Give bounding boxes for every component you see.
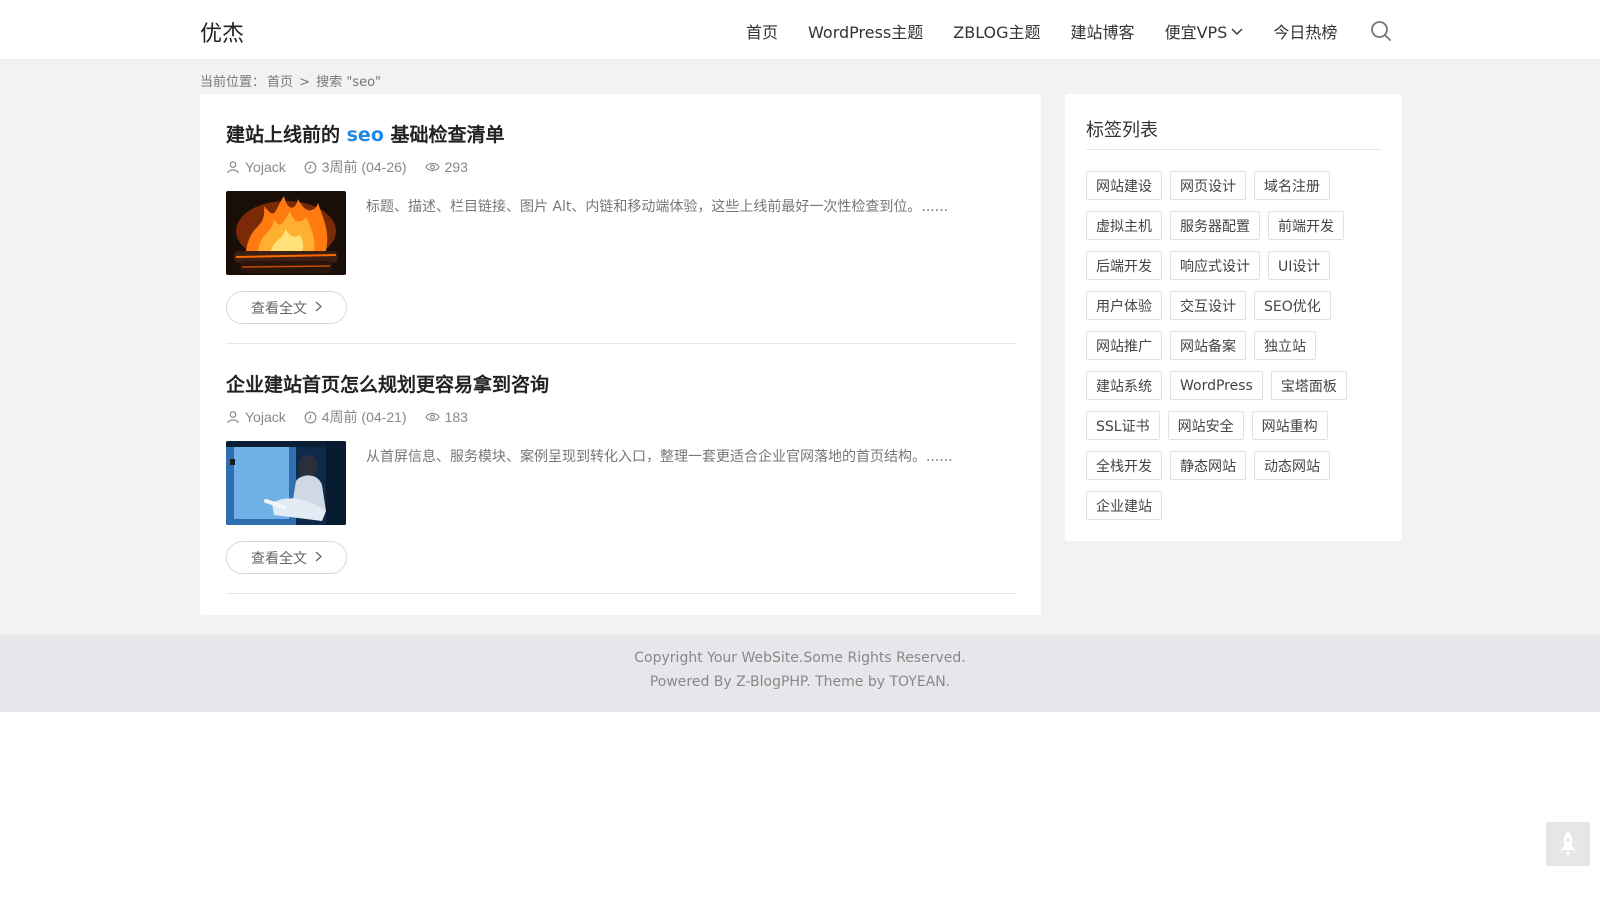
main-nav: 首页 WordPress主题 ZBLOG主题 建站博客 便宜VPS 今日热榜 (746, 19, 1367, 43)
breadcrumb-home-link[interactable]: 首页 (267, 75, 293, 90)
tag-item[interactable]: 前端开发 (1268, 211, 1344, 240)
list-item: 建站上线前的 seo 基础检查清单 Yojack 3周前 (04-26) 293 (226, 120, 1016, 324)
site-logo[interactable]: 优杰 (200, 16, 244, 48)
nav-item-wordpress-themes[interactable]: WordPress主题 (808, 19, 923, 43)
post-date-text: 3周前 (04-26) (321, 159, 407, 175)
post-title-before: 建站上线前的 (226, 124, 347, 146)
post-title-after: 基础检查清单 (383, 124, 505, 146)
post-thumbnail-fire[interactable] (226, 191, 346, 275)
post-author-name: Yojack (245, 159, 286, 175)
post-thumbnail-person[interactable] (226, 441, 346, 525)
tag-item[interactable]: 后端开发 (1086, 251, 1162, 280)
clock-icon (304, 161, 317, 173)
nav-item-today-hot[interactable]: 今日热榜 (1273, 19, 1337, 43)
breadcrumb-separator: > (299, 75, 311, 90)
tag-item[interactable]: 建站系统 (1086, 371, 1162, 400)
tag-item[interactable]: 响应式设计 (1170, 251, 1260, 280)
post-views: 293 (424, 159, 468, 175)
post-date: 4周前 (04-21) (304, 407, 407, 427)
tag-item[interactable]: WordPress (1170, 371, 1263, 400)
post-title-highlight: seo (346, 124, 384, 146)
post-date-text: 4周前 (04-21) (321, 409, 407, 425)
tag-item[interactable]: SEO优化 (1254, 291, 1331, 320)
tag-list-title: 标签列表 (1086, 120, 1158, 141)
tag-item[interactable]: 全栈开发 (1086, 451, 1162, 480)
post-list: 建站上线前的 seo 基础检查清单 Yojack 3周前 (04-26) 293 (200, 94, 1041, 615)
chevron-down-icon (1231, 25, 1243, 39)
tag-cloud: 网站建设 网页设计 域名注册 虚拟主机 服务器配置 前端开发 后端开发 响应式设… (1086, 171, 1386, 531)
post-views-count: 183 (444, 409, 468, 425)
post-author-name: Yojack (245, 409, 286, 425)
tag-item[interactable]: 网站重构 (1251, 411, 1328, 440)
tag-item[interactable]: 域名注册 (1254, 171, 1330, 200)
tag-item[interactable]: 网站推广 (1086, 331, 1162, 360)
post-meta: Yojack 3周前 (04-26) 293 (226, 157, 1016, 177)
eye-icon (424, 162, 440, 172)
clock-icon (304, 411, 317, 423)
tag-item[interactable]: UI设计 (1268, 251, 1331, 280)
list-item: 企业建站首页怎么规划更容易拿到咨询 Yojack 4周前 (04-21) 183 (226, 370, 1016, 574)
nav-item-home[interactable]: 首页 (746, 19, 778, 43)
post-meta: Yojack 4周前 (04-21) 183 (226, 407, 1016, 427)
eye-icon (424, 412, 440, 422)
post-divider (226, 343, 1016, 344)
post-excerpt: 从首屏信息、服务模块、案例呈现到转化入口，整理一套更适合企业官网落地的首页结构。… (366, 449, 953, 465)
site-footer: Copyright Your WebSite.Some Rights Reser… (0, 635, 1600, 712)
tag-item[interactable]: 静态网站 (1170, 451, 1246, 480)
tag-item[interactable]: 独立站 (1254, 331, 1316, 360)
chevron-right-icon (315, 301, 322, 315)
chevron-right-icon (315, 551, 322, 565)
nav-item-cheap-vps[interactable]: 便宜VPS (1165, 19, 1244, 43)
read-more-label: 查看全文 (251, 300, 307, 317)
post-title[interactable]: 建站上线前的 seo 基础检查清单 (226, 120, 1016, 147)
user-icon (227, 411, 239, 424)
read-more-button[interactable]: 查看全文 (226, 541, 347, 574)
search-icon[interactable] (1370, 20, 1392, 42)
tag-item[interactable]: 企业建站 (1086, 491, 1162, 520)
tag-item[interactable]: 服务器配置 (1170, 211, 1260, 240)
back-to-top-button[interactable] (1546, 822, 1590, 866)
read-more-button[interactable]: 查看全文 (226, 291, 347, 324)
tag-item[interactable]: 动态网站 (1254, 451, 1330, 480)
footer-powered-by: Powered By Z-BlogPHP. Theme by TOYEAN. (649, 674, 951, 690)
post-divider (226, 593, 1016, 594)
breadcrumb: 当前位置： 首页 > 搜索 "seo" (200, 71, 383, 90)
tag-item[interactable]: 网页设计 (1170, 171, 1246, 200)
read-more-label: 查看全文 (251, 550, 307, 567)
tag-item[interactable]: 虚拟主机 (1086, 211, 1162, 240)
tag-list-widget: 标签列表 网站建设 网页设计 域名注册 虚拟主机 服务器配置 前端开发 后端开发… (1065, 94, 1402, 541)
post-excerpt: 标题、描述、栏目链接、图片 Alt、内链和移动端体验，这些上线前最好一次性检查到… (366, 199, 949, 215)
footer-copyright: Copyright Your WebSite.Some Rights Reser… (634, 650, 966, 666)
tag-list-divider (1086, 149, 1382, 150)
user-icon (227, 161, 239, 174)
tag-item[interactable]: SSL证书 (1086, 411, 1160, 440)
post-views-count: 293 (444, 159, 468, 175)
tag-item[interactable]: 网站安全 (1167, 411, 1244, 440)
breadcrumb-prefix: 当前位置： (200, 75, 266, 90)
post-date: 3周前 (04-26) (304, 157, 407, 177)
post-title[interactable]: 企业建站首页怎么规划更容易拿到咨询 (226, 370, 1016, 397)
tag-item[interactable]: 交互设计 (1170, 291, 1246, 320)
post-author: Yojack (226, 409, 286, 425)
tag-item[interactable]: 网站建设 (1086, 171, 1162, 200)
breadcrumb-current: 搜索 "seo" (316, 75, 382, 90)
nav-item-site-blog[interactable]: 建站博客 (1071, 19, 1135, 43)
rocket-icon (1560, 831, 1576, 857)
tag-item[interactable]: 网站备案 (1170, 331, 1246, 360)
tag-item[interactable]: 宝塔面板 (1270, 371, 1347, 400)
site-header: 优杰 首页 WordPress主题 ZBLOG主题 建站博客 便宜VPS 今日热… (0, 0, 1600, 60)
post-views: 183 (424, 409, 468, 425)
nav-item-cheap-vps-label: 便宜VPS (1164, 23, 1228, 42)
tag-item[interactable]: 用户体验 (1086, 291, 1162, 320)
nav-item-zblog-themes[interactable]: ZBLOG主题 (953, 19, 1040, 43)
post-author: Yojack (226, 159, 286, 175)
